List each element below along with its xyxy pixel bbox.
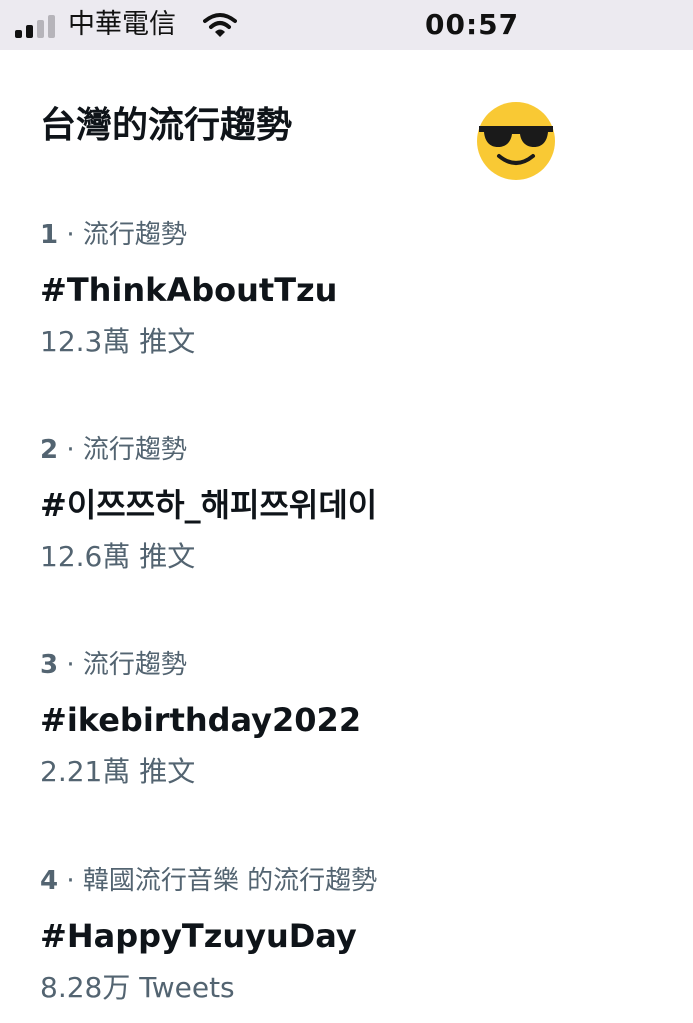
- trend-context: 流行趨勢: [82, 435, 187, 465]
- status-bar: 中華電信 00:57: [0, 0, 693, 50]
- trend-context: 韓國流行音樂 的流行趨勢: [82, 866, 378, 896]
- trend-context: 流行趨勢: [82, 220, 187, 250]
- trend-tweet-count: 8.28万 Tweets: [40, 971, 235, 1004]
- trend-separator: ·: [58, 220, 83, 250]
- trend-rank: 4: [40, 866, 59, 896]
- trend-hashtag[interactable]: #이쯔쯔하_해피쯔위데이: [40, 485, 660, 525]
- trend-hashtag[interactable]: #ThinkAboutTzu: [40, 270, 660, 310]
- trend-meta: 1 · 流行趨勢: [40, 218, 660, 252]
- signal-icon: [15, 14, 59, 38]
- smiling-face-with-sunglasses-icon: [477, 102, 555, 180]
- trend-hashtag[interactable]: #ikebirthday2022: [40, 700, 660, 740]
- trend-separator: ·: [58, 435, 83, 465]
- wifi-icon: [203, 13, 237, 37]
- carrier-name: 中華電信: [68, 9, 176, 40]
- status-time: 00:57: [425, 8, 520, 41]
- trend-context: 流行趨勢: [82, 650, 187, 680]
- trend-meta: 3 · 流行趨勢: [40, 648, 660, 682]
- trend-item-2[interactable]: 2 · 流行趨勢 #이쯔쯔하_해피쯔위데이 12.6萬 推文: [40, 433, 660, 575]
- page-title: 台灣的流行趨勢: [40, 105, 293, 146]
- trend-tweet-count: 12.6萬 推文: [40, 540, 196, 573]
- trend-rank: 3: [40, 650, 59, 680]
- trend-rank: 2: [40, 435, 59, 465]
- trend-hashtag[interactable]: #HappyTzuyuDay: [40, 916, 660, 956]
- trend-tweet-count: 2.21萬 推文: [40, 755, 196, 788]
- trend-separator: ·: [58, 650, 83, 680]
- trend-item-4[interactable]: 4 · 韓國流行音樂 的流行趨勢 #HappyTzuyuDay 8.28万 Tw…: [40, 864, 660, 1006]
- trend-item-3[interactable]: 3 · 流行趨勢 #ikebirthday2022 2.21萬 推文: [40, 648, 660, 790]
- trend-item-1[interactable]: 1 · 流行趨勢 #ThinkAboutTzu 12.3萬 推文: [40, 218, 660, 360]
- trend-tweet-count: 12.3萬 推文: [40, 325, 196, 358]
- trend-separator: ·: [58, 866, 83, 896]
- trend-rank: 1: [40, 220, 59, 250]
- trend-meta: 4 · 韓國流行音樂 的流行趨勢: [40, 864, 660, 898]
- trend-meta: 2 · 流行趨勢: [40, 433, 660, 467]
